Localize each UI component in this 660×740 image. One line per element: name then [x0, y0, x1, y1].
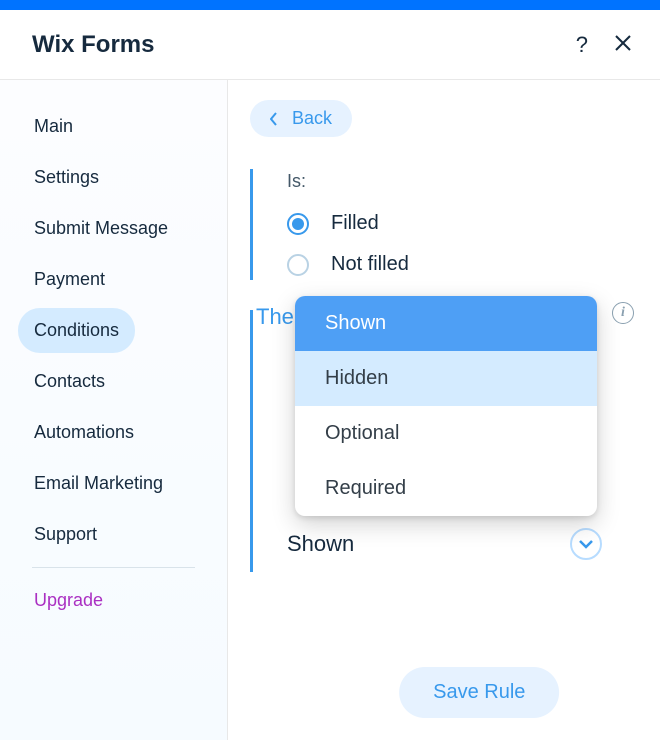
sidebar-item-support[interactable]: Support — [18, 512, 209, 557]
sidebar-item-conditions[interactable]: Conditions — [18, 308, 135, 353]
sidebar-item-payment[interactable]: Payment — [18, 257, 209, 302]
then-select[interactable]: Shown — [287, 528, 602, 560]
panel-title: Wix Forms — [32, 31, 154, 59]
close-icon[interactable] — [614, 32, 632, 58]
sidebar-item-upgrade[interactable]: Upgrade — [18, 582, 209, 619]
radio-label: Filled — [331, 212, 379, 235]
dropdown-item-label: Optional — [325, 422, 400, 444]
radio-indicator — [287, 254, 309, 276]
dropdown-item-required[interactable]: Required — [295, 461, 597, 516]
sidebar-item-label: Automations — [34, 422, 134, 442]
sidebar-divider — [32, 567, 195, 568]
sidebar: Main Settings Submit Message Payment Con… — [0, 80, 228, 740]
info-icon[interactable]: i — [612, 302, 634, 324]
top-accent-bar — [0, 0, 660, 10]
back-label: Back — [292, 108, 332, 129]
chevron-left-icon — [270, 112, 278, 126]
sidebar-item-label: Contacts — [34, 371, 105, 391]
sidebar-item-label: Payment — [34, 269, 105, 289]
sidebar-item-submit-message[interactable]: Submit Message — [18, 206, 209, 251]
dropdown-item-label: Required — [325, 477, 406, 499]
save-rule-button[interactable]: Save Rule — [399, 667, 559, 718]
sidebar-item-label: Support — [34, 524, 97, 544]
sidebar-item-label: Conditions — [34, 320, 119, 340]
sidebar-item-settings[interactable]: Settings — [18, 155, 209, 200]
radio-indicator — [287, 213, 309, 235]
dropdown-item-hidden[interactable]: Hidden — [295, 351, 597, 406]
radio-label: Not filled — [331, 253, 409, 276]
radio-not-filled[interactable]: Not filled — [287, 253, 636, 276]
sidebar-item-main[interactable]: Main — [18, 104, 209, 149]
is-block: Is: Filled Not filled — [250, 169, 636, 280]
sidebar-item-label: Email Marketing — [34, 473, 163, 493]
sidebar-item-label: Settings — [34, 167, 99, 187]
save-label: Save Rule — [433, 681, 525, 703]
main-panel: Back Is: Filled Not filled Then i Shown — [228, 80, 660, 740]
sidebar-item-contacts[interactable]: Contacts — [18, 359, 209, 404]
chevron-down-icon — [570, 528, 602, 560]
upgrade-label: Upgrade — [34, 590, 103, 610]
dropdown-item-optional[interactable]: Optional — [295, 406, 597, 461]
sidebar-item-email-marketing[interactable]: Email Marketing — [18, 461, 209, 506]
dropdown-item-shown[interactable]: Shown — [295, 296, 597, 351]
then-dropdown: Shown Hidden Optional Required — [295, 296, 597, 516]
sidebar-item-label: Main — [34, 116, 73, 136]
sidebar-item-automations[interactable]: Automations — [18, 410, 209, 455]
sidebar-item-label: Submit Message — [34, 218, 168, 238]
select-value: Shown — [287, 531, 354, 557]
radio-filled[interactable]: Filled — [287, 212, 636, 235]
dropdown-item-label: Shown — [325, 312, 386, 334]
dropdown-item-label: Hidden — [325, 367, 388, 389]
is-label: Is: — [287, 171, 636, 192]
then-block: Then i Shown Shown Hidden Optional Requi… — [250, 310, 636, 572]
back-button[interactable]: Back — [250, 100, 352, 137]
help-icon[interactable]: ? — [576, 32, 588, 58]
header-actions: ? — [576, 32, 632, 58]
panel-header: Wix Forms ? — [0, 10, 660, 80]
